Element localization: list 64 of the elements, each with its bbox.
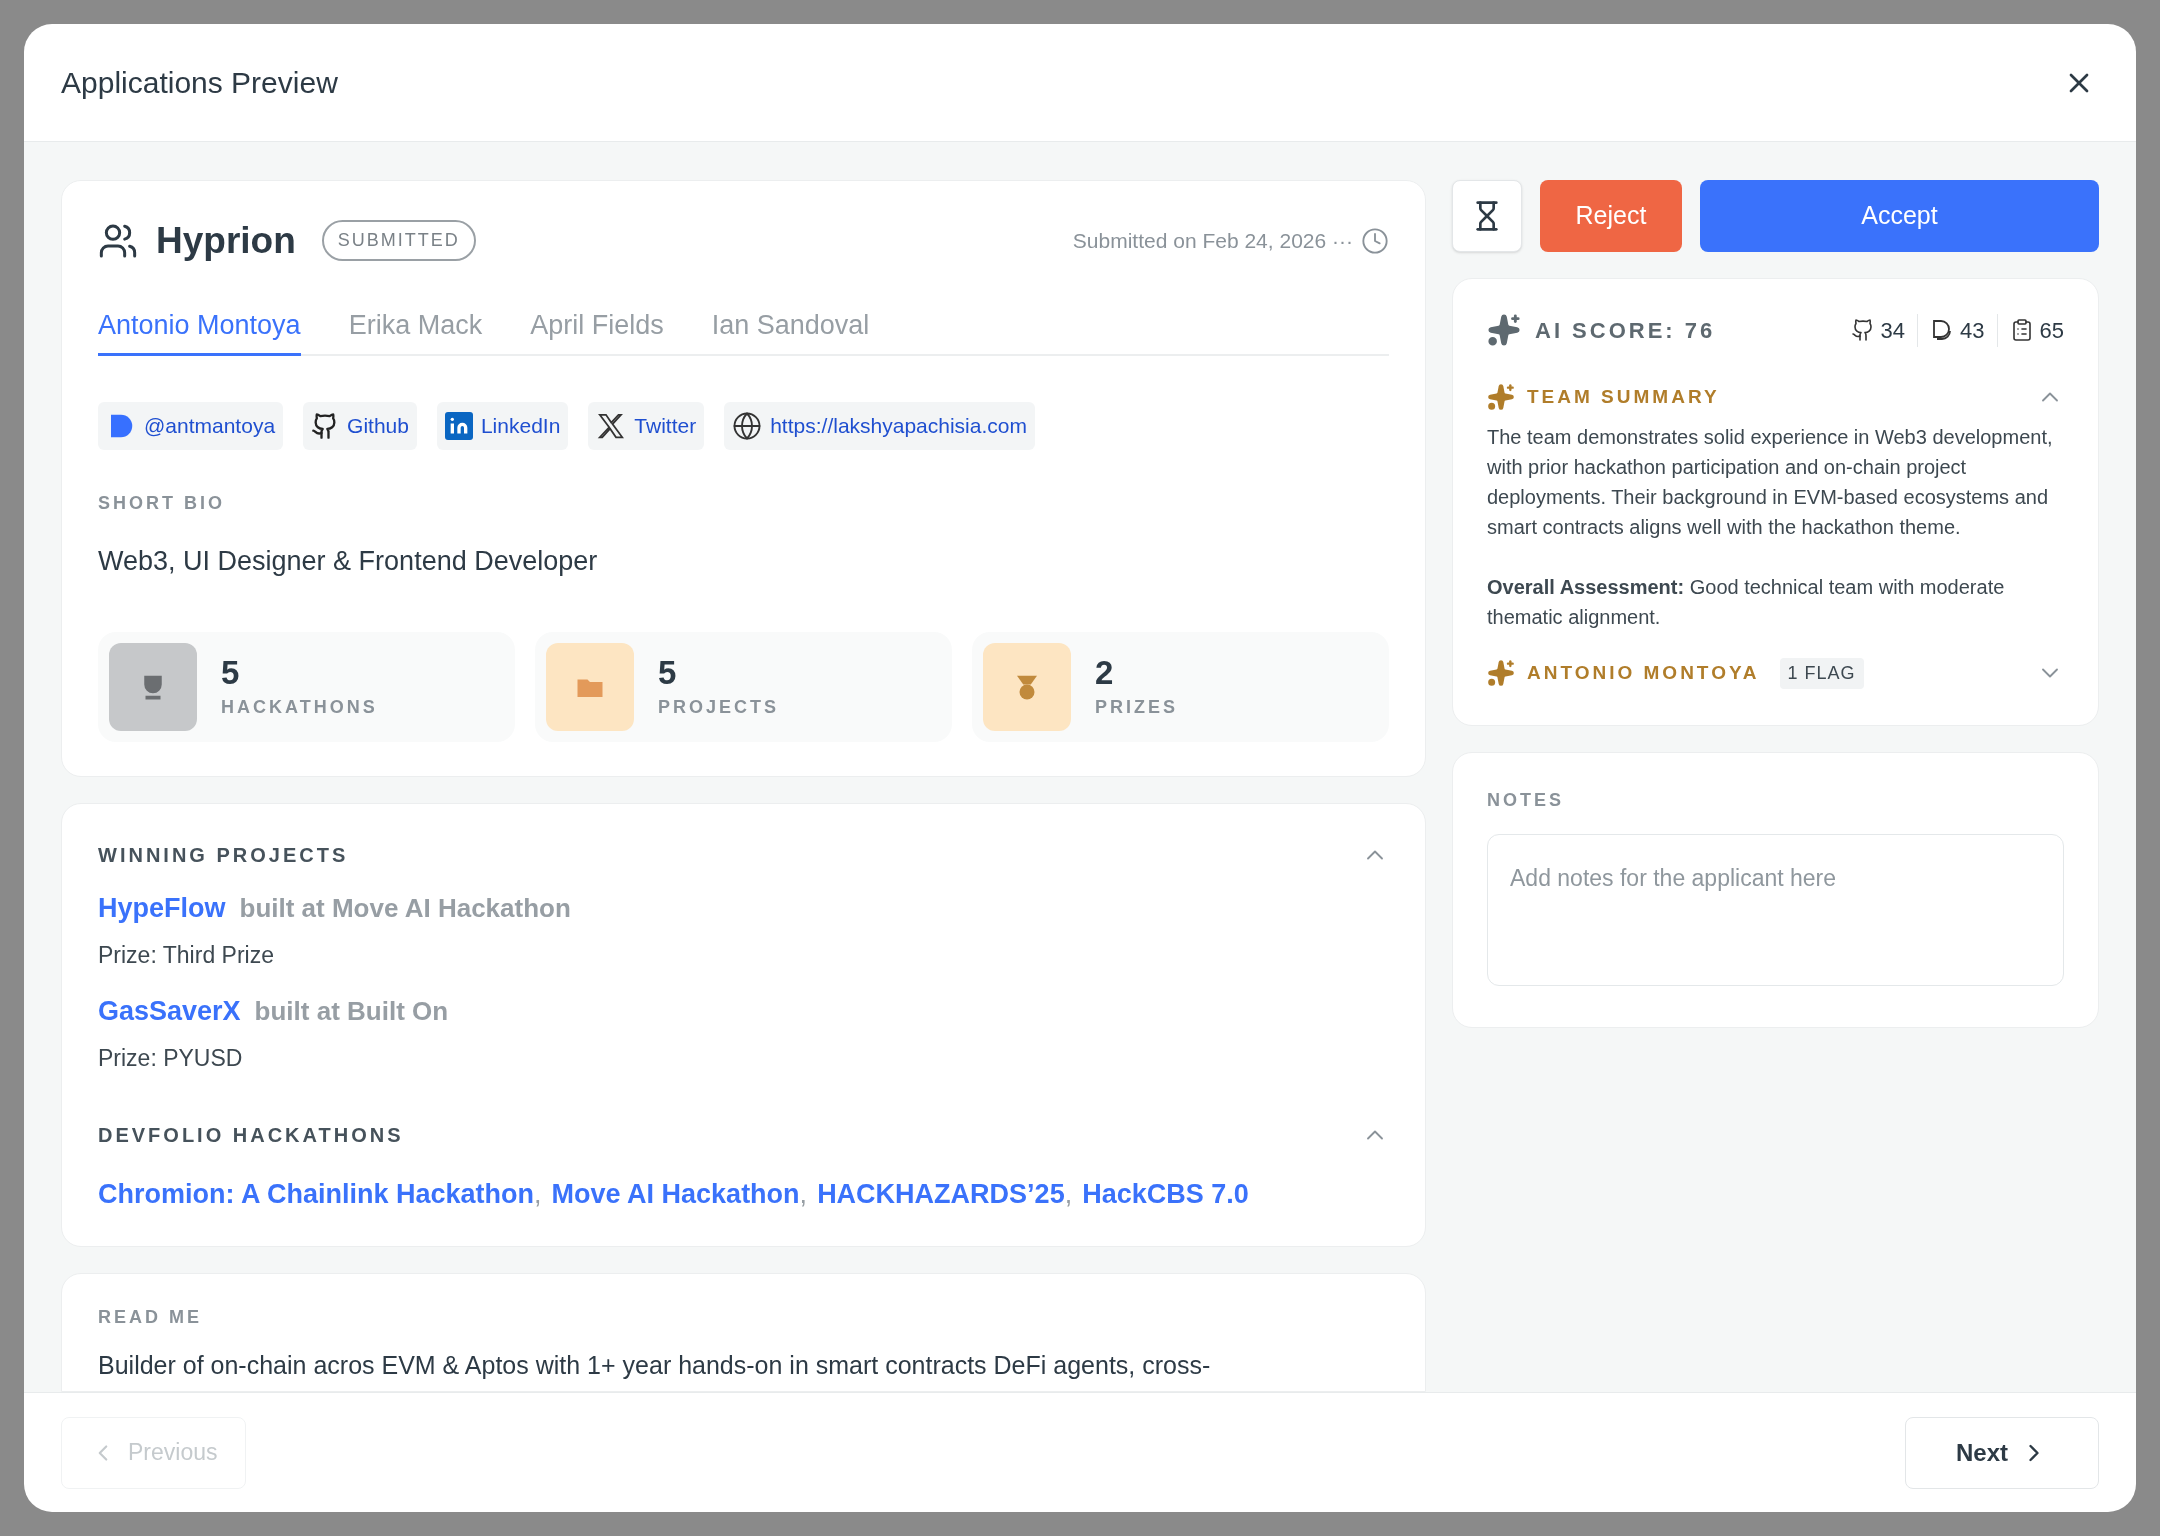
stat-label: HACKATHONS (221, 695, 378, 719)
member-tab[interactable]: Erika Mack (348, 304, 483, 356)
separator-comma: , (799, 1177, 808, 1211)
section-label: READ ME (98, 1306, 203, 1329)
github-icon (1850, 318, 1875, 342)
summary-text: The team demonstrates solid experience in Web3 development, with prior hackathon participation and on-chain project deployments. Their background in EVM-based ecosystems and smart contracts aligns well with the hackathon theme. (1487, 424, 2054, 540)
readme-text: Builder of on-chain acros EVM & Aptos with 1+ year hands-on in smart contracts DeFi agents, cross- (98, 1350, 1212, 1381)
clock-icon (1361, 226, 1389, 255)
metric-value: 65 (2039, 316, 2064, 345)
x-logo-icon (596, 411, 627, 441)
stat-label: PRIZES (1095, 695, 1178, 719)
next-button[interactable]: Next (1904, 1416, 2099, 1489)
sparkles-icon (1487, 313, 1521, 347)
member-tab[interactable]: April Fields (530, 304, 664, 356)
submitted-date: Submitted on Feb 24, 2026 ··· (1072, 228, 1353, 254)
section-label: SHORT BIO (98, 492, 226, 515)
accept-button[interactable]: Accept (1700, 180, 2099, 252)
hackathon-link[interactable]: Move AI Hackathon (551, 1173, 800, 1214)
project-link[interactable]: GasSaverX (98, 990, 241, 1031)
hourglass-button[interactable] (1452, 180, 1522, 252)
metric-value: 43 (1960, 316, 1985, 345)
prize-text: Prize: PYUSD (98, 1044, 244, 1073)
hackathon-link[interactable]: HACKHAZARDS’25 (817, 1173, 1065, 1214)
dialog-title: Applications Preview (61, 65, 338, 101)
trophy-tile-icon (109, 642, 197, 731)
separator-comma: , (1064, 1177, 1073, 1211)
bio-text: Web3, UI Designer & Frontend Developer (98, 545, 599, 578)
project-link[interactable]: HypeFlow (98, 887, 226, 928)
metric-value: 34 (1880, 316, 1906, 345)
profile-link[interactable]: Github (303, 402, 417, 450)
stat-value: 2 (1095, 653, 1115, 694)
notes-field[interactable]: Add notes for the applicant here (1487, 833, 2064, 986)
hackathon-link[interactable]: Chromion: A Chainlink Hackathon (98, 1173, 535, 1214)
stat-label: PROJECTS (658, 695, 780, 719)
section-heading: WINNING PROJECTS (98, 842, 349, 868)
hackathon-link[interactable]: HackCBS 7.0 (1082, 1173, 1249, 1214)
team-name: Hyprion (156, 219, 296, 263)
section-heading: DEVFOLIO HACKATHONS (98, 1122, 404, 1148)
sparkles-icon (1487, 659, 1515, 687)
profile-link[interactable]: https://lakshyapachisia.com (724, 402, 1035, 450)
assessment-text: Overall Assessment: Good technical team with moderate thematic alignment. (1487, 574, 2006, 630)
reject-button[interactable]: Reject (1540, 180, 1682, 252)
member-tab[interactable]: Ian Sandoval (711, 304, 870, 356)
linkedin-icon (444, 412, 473, 440)
summary-heading: TEAM SUMMARY (1527, 385, 1720, 409)
profile-link[interactable]: Twitter (588, 402, 705, 450)
stat-value: 5 (221, 653, 241, 694)
profile-link[interactable]: @antmantoya (98, 402, 284, 450)
section-label: NOTES (1487, 788, 1565, 812)
ai-score: AI SCORE: 76 (1535, 316, 1716, 345)
status-badge: SUBMITTED (321, 220, 476, 262)
flag-badge: 1 FLAG (1779, 657, 1864, 689)
built-at-text: built at Move AI Hackathon (239, 891, 571, 925)
prize-text: Prize: Third Prize (98, 941, 275, 970)
sparkles-icon (1487, 383, 1515, 412)
member-tab[interactable]: Antonio Montoya (98, 304, 301, 356)
folder-tile-icon (546, 642, 634, 731)
medal-tile-icon (983, 642, 1071, 731)
globe-icon (732, 411, 763, 441)
member-summary-heading: ANTONIO MONTOYA (1527, 660, 1760, 685)
built-at-text: built at Built On (254, 994, 449, 1028)
profile-link[interactable]: LinkedIn (436, 402, 569, 450)
separator-comma: , (534, 1177, 542, 1211)
stat-value: 5 (658, 653, 678, 694)
